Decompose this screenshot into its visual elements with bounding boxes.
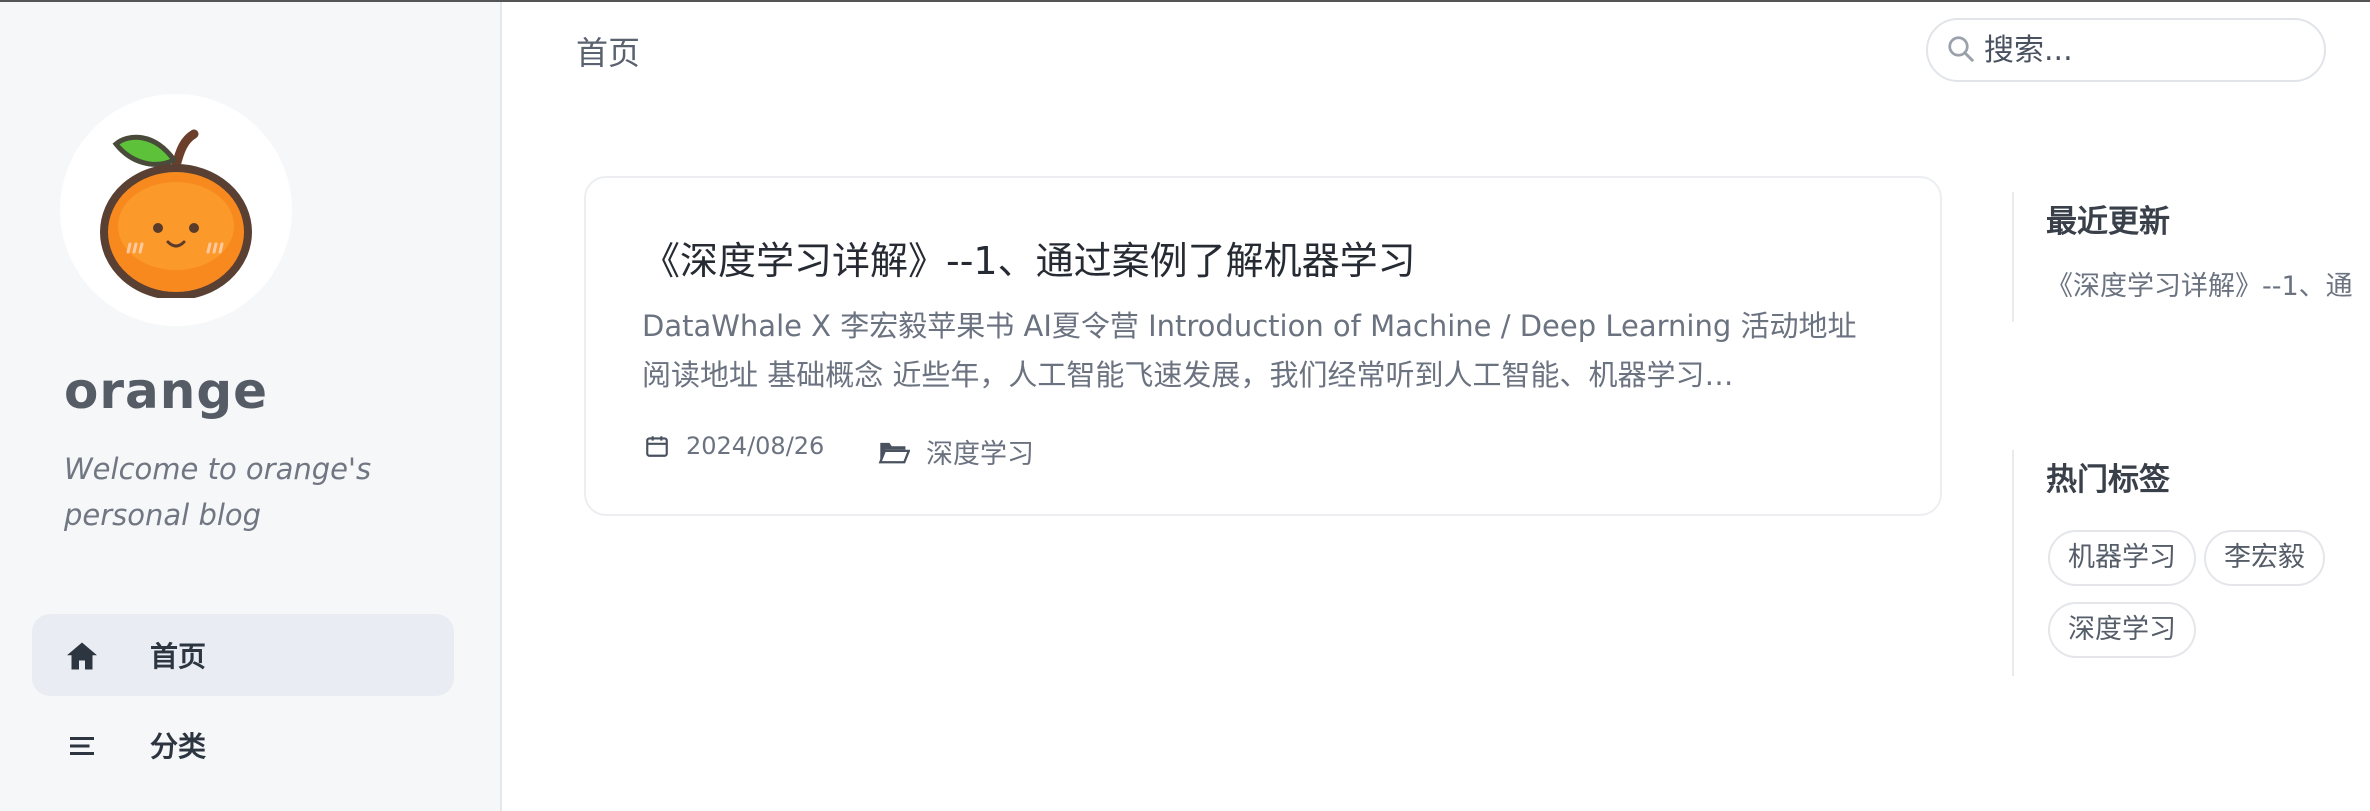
tag-chip[interactable]: 深度学习: [2048, 602, 2196, 658]
menu-lines-icon: [70, 737, 94, 755]
search-icon: [1948, 36, 1974, 62]
post-card[interactable]: 《深度学习详解》--1、通过案例了解机器学习 DataWhale X 李宏毅苹果…: [584, 176, 1942, 516]
breadcrumb[interactable]: 首页: [576, 28, 640, 74]
sidebar: orange Welcome to orange's personal blog…: [0, 2, 502, 811]
avatar[interactable]: [60, 94, 292, 326]
tag-chip[interactable]: 机器学习: [2048, 530, 2196, 586]
recent-updates-widget: 最近更新 《深度学习详解》--1、通: [2012, 192, 2370, 322]
nav-item-home[interactable]: 首页: [32, 614, 454, 696]
post-date: 2024/08/26: [644, 432, 824, 460]
post-title[interactable]: 《深度学习详解》--1、通过案例了解机器学习: [642, 230, 1416, 285]
calendar-icon: [646, 436, 668, 457]
post-date-text: 2024/08/26: [686, 432, 825, 460]
post-category[interactable]: 深度学习: [878, 432, 1034, 471]
post-category-text[interactable]: 深度学习: [926, 432, 1034, 471]
nav-item-categories[interactable]: 分类: [32, 704, 454, 786]
site-title[interactable]: orange: [64, 362, 268, 420]
widget-title-recent: 最近更新: [2046, 204, 2170, 240]
folder-open-icon: [878, 442, 910, 463]
popular-tags-widget: 热门标签 机器学习 李宏毅 深度学习: [2012, 450, 2370, 676]
search-input[interactable]: [1984, 28, 2304, 72]
home-icon: [67, 642, 97, 670]
tag-chip[interactable]: 李宏毅: [2204, 530, 2325, 586]
nav-item-label: 首页: [150, 640, 207, 673]
search-box[interactable]: [1926, 18, 2326, 82]
recent-item-link[interactable]: 《深度学习详解》--1、通: [2046, 264, 2353, 303]
site-subtitle: Welcome to orange's personal blog: [64, 452, 372, 532]
post-excerpt: DataWhale X 李宏毅苹果书 AI夏令营 Introduction of…: [642, 309, 1857, 392]
nav-item-label: 分类: [150, 730, 207, 763]
orange-logo-icon: [100, 129, 252, 298]
widget-title-tags: 热门标签: [2046, 462, 2170, 498]
